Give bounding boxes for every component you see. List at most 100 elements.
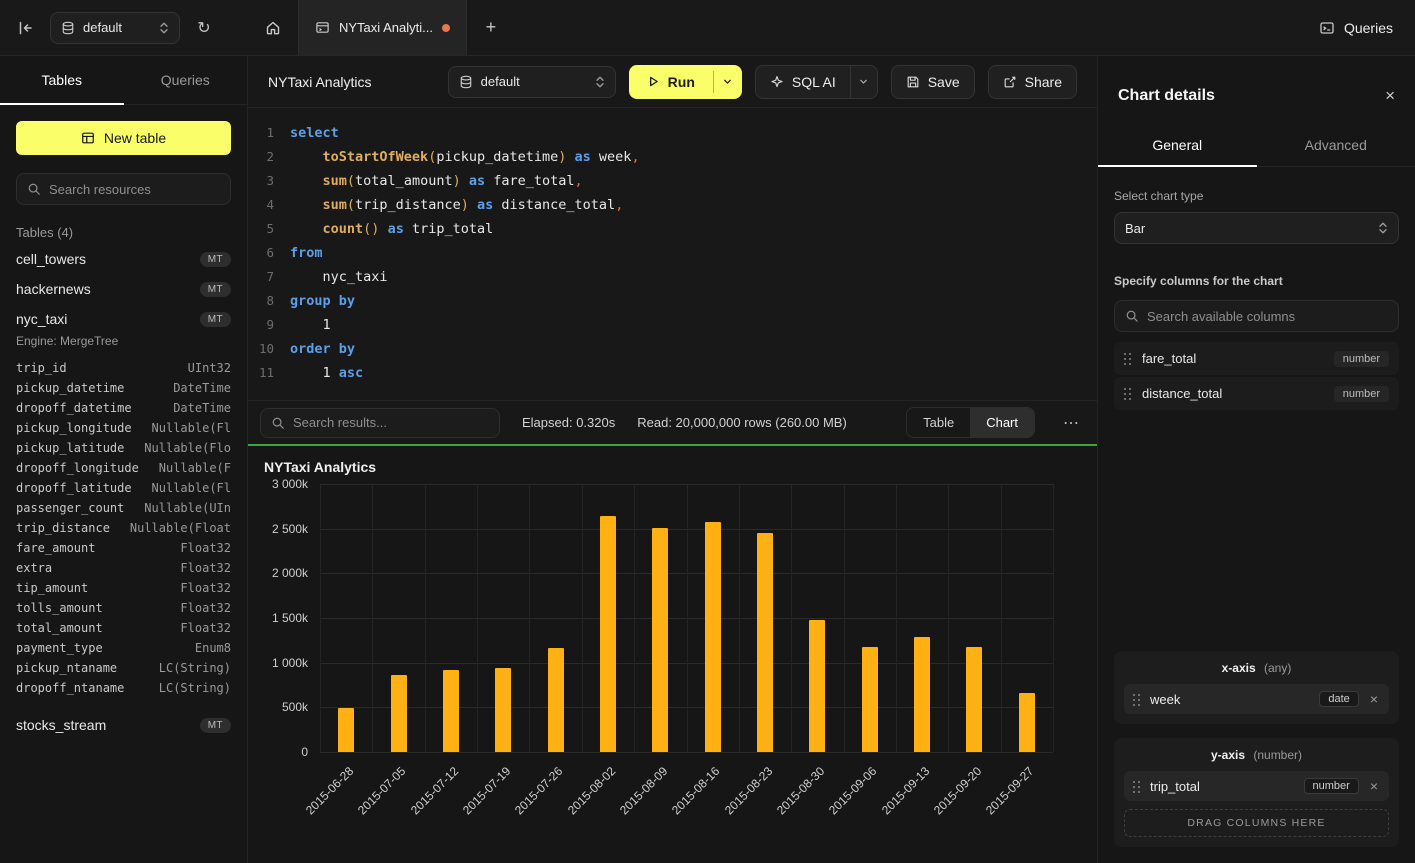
new-tab-button[interactable]: + [467,0,515,55]
run-button[interactable]: Run [629,65,713,99]
schema-column[interactable]: pickup_ntanameLC(String) [0,658,247,678]
code-line[interactable]: 1select [248,121,1097,145]
code-line[interactable]: 9 1 [248,313,1097,337]
sql-ai-options-button[interactable] [851,66,877,98]
share-button-label: Share [1025,74,1062,90]
line-number: 2 [248,145,290,169]
schema-column[interactable]: extraFloat32 [0,558,247,578]
schema-column[interactable]: tip_amountFloat32 [0,578,247,598]
drop-zone[interactable]: DRAG COLUMNS HERE [1124,809,1389,837]
code-line[interactable]: 5 count() as trip_total [248,217,1097,241]
drag-handle-icon[interactable] [1124,352,1132,365]
code-line[interactable]: 8group by [248,289,1097,313]
sql-ai-button[interactable]: SQL AI [756,66,850,98]
code-line[interactable]: 3 sum(total_amount) as fare_total, [248,169,1097,193]
chart-bar[interactable] [809,620,825,752]
view-toggle-table[interactable]: Table [907,408,970,437]
sidebar-tab-queries[interactable]: Queries [124,56,248,104]
schema-column[interactable]: dropoff_latitudeNullable(Fl [0,478,247,498]
close-icon: × [1370,778,1378,794]
schema-column[interactable]: passenger_countNullable(UIn [0,498,247,518]
remove-column-button[interactable]: × [1368,691,1380,707]
chevron-down-icon [722,76,733,87]
select-chevrons-icon [595,75,605,89]
available-column-fare_total[interactable]: fare_totalnumber [1114,342,1399,375]
schema-column[interactable]: pickup_latitudeNullable(Flo [0,438,247,458]
line-number: 6 [248,241,290,265]
y-axis-tick-label: 2 000k [272,566,308,580]
drag-handle-icon[interactable] [1124,387,1132,400]
chart-bar[interactable] [600,516,616,752]
search-resources-input[interactable] [49,182,220,197]
save-button[interactable]: Save [891,65,975,99]
run-options-button[interactable] [714,65,742,99]
schema-column[interactable]: fare_amountFloat32 [0,538,247,558]
queries-button-label: Queries [1344,20,1393,36]
share-button[interactable]: Share [988,65,1077,99]
panel-tab-general[interactable]: General [1098,124,1257,166]
close-panel-button[interactable]: × [1385,86,1395,106]
collapse-sidebar-button[interactable] [12,14,40,42]
queries-button[interactable]: Queries [1319,20,1393,36]
code-line[interactable]: 10order by [248,337,1097,361]
schema-column[interactable]: payment_typeEnum8 [0,638,247,658]
view-toggle-chart[interactable]: Chart [970,408,1034,437]
code-line[interactable]: 4 sum(trip_distance) as distance_total, [248,193,1097,217]
tables-section-label: Tables (4) [16,225,231,240]
chart-title: NYTaxi Analytics [264,459,376,475]
x-axis-tick-label: 2015-09-27 [983,764,1036,817]
chart-bar[interactable] [914,637,930,752]
drag-handle-icon[interactable] [1133,693,1141,706]
x-axis-chip-week[interactable]: week date × [1124,684,1389,714]
schema-column[interactable]: trip_distanceNullable(Float [0,518,247,538]
y-axis-chip-trip-total[interactable]: trip_total number × [1124,771,1389,801]
chart-type-select[interactable]: Bar [1114,212,1399,244]
chart-bar[interactable] [757,533,773,752]
database-selector[interactable]: default [50,12,180,44]
schema-column[interactable]: pickup_datetimeDateTime [0,378,247,398]
schema-column[interactable]: dropoff_ntanameLC(String) [0,678,247,698]
table-item-cell-towers[interactable]: cell_towers MT [0,244,247,274]
sidebar-tab-tables[interactable]: Tables [0,56,124,104]
table-item-hackernews[interactable]: hackernews MT [0,274,247,304]
chart-bar[interactable] [652,528,668,752]
schema-column[interactable]: total_amountFloat32 [0,618,247,638]
chart-bar[interactable] [338,708,354,752]
y-axis-tick-label: 500k [282,700,308,714]
tab-nytaxi-analytics[interactable]: NYTaxi Analyti... [298,0,467,55]
top-bar-right: Queries [1297,0,1415,55]
code-line[interactable]: 7 nyc_taxi [248,265,1097,289]
chart-bar[interactable] [1019,693,1035,752]
code-line[interactable]: 11 1 asc [248,361,1097,385]
chart-bar[interactable] [443,670,459,752]
code-line[interactable]: 6from [248,241,1097,265]
chart-bar[interactable] [862,647,878,752]
table-item-stocks-stream[interactable]: stocks_stream MT [0,710,247,740]
schema-column[interactable]: tolls_amountFloat32 [0,598,247,618]
table-item-nyc-taxi[interactable]: nyc_taxi MT [0,304,247,334]
drag-handle-icon[interactable] [1133,780,1141,793]
query-database-selector[interactable]: default [448,66,616,98]
panel-tab-advanced[interactable]: Advanced [1257,124,1415,166]
chart-bar[interactable] [705,522,721,752]
save-button-label: Save [928,74,960,90]
chart-bar[interactable] [495,668,511,752]
schema-column[interactable]: trip_idUInt32 [0,358,247,378]
sql-editor[interactable]: 1select2 toStartOfWeek(pickup_datetime) … [248,108,1097,400]
chart-bar[interactable] [548,648,564,752]
schema-column[interactable]: dropoff_longitudeNullable(F [0,458,247,478]
gridline [582,484,583,752]
chart-bar[interactable] [966,647,982,752]
code-line[interactable]: 2 toStartOfWeek(pickup_datetime) as week… [248,145,1097,169]
schema-column[interactable]: dropoff_datetimeDateTime [0,398,247,418]
schema-column[interactable]: pickup_longitudeNullable(Fl [0,418,247,438]
more-options-button[interactable]: ⋯ [1057,413,1085,433]
search-results-input[interactable] [293,415,489,430]
available-column-distance_total[interactable]: distance_totalnumber [1114,377,1399,410]
chart-bar[interactable] [391,675,407,752]
search-columns-input[interactable] [1147,309,1388,324]
refresh-button[interactable]: ↻ [190,14,218,42]
remove-column-button[interactable]: × [1368,778,1380,794]
tab-home[interactable] [248,0,298,55]
new-table-button[interactable]: New table [16,121,231,155]
